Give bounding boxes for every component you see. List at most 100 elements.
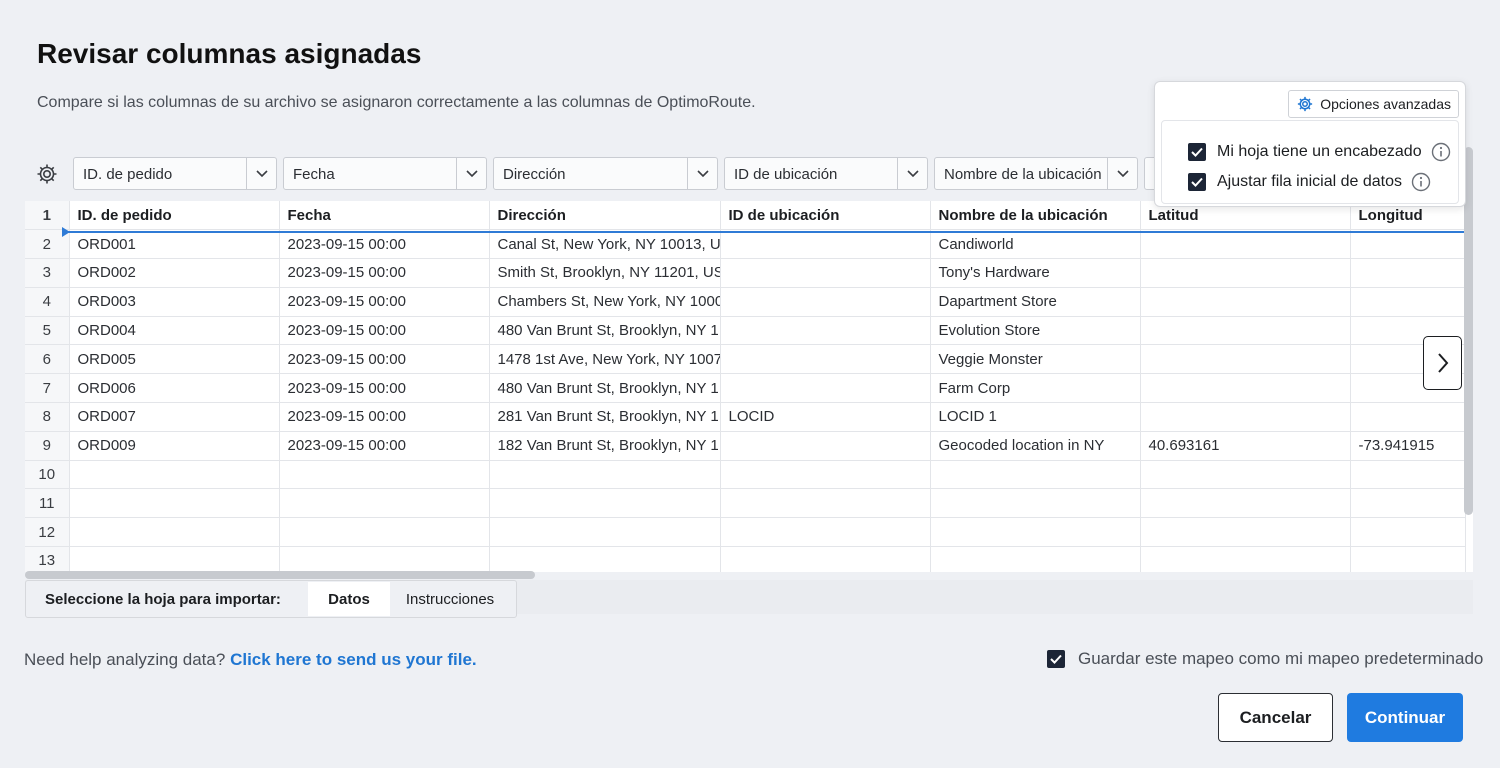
table-cell[interactable] bbox=[1140, 287, 1351, 317]
table-cell[interactable]: ORD004 bbox=[69, 316, 280, 346]
table-cell[interactable] bbox=[69, 488, 280, 519]
table-cell[interactable] bbox=[1140, 229, 1351, 260]
column-select-address[interactable]: Dirección bbox=[493, 157, 718, 190]
table-cell[interactable]: 2023-09-15 00:00 bbox=[279, 402, 490, 432]
table-cell[interactable] bbox=[1350, 546, 1466, 572]
table-cell[interactable]: 40.693161 bbox=[1140, 431, 1351, 461]
table-cell[interactable] bbox=[1140, 316, 1351, 346]
cancel-button[interactable]: Cancelar bbox=[1218, 693, 1333, 742]
table-cell[interactable] bbox=[1140, 546, 1351, 572]
table-cell[interactable]: ORD006 bbox=[69, 373, 280, 404]
table-cell[interactable] bbox=[1350, 258, 1466, 288]
table-cell[interactable] bbox=[489, 488, 721, 519]
table-cell[interactable] bbox=[720, 258, 931, 288]
column-select-order-id[interactable]: ID. de pedido bbox=[73, 157, 277, 190]
table-cell[interactable] bbox=[279, 488, 490, 519]
table-cell[interactable] bbox=[720, 546, 931, 572]
table-cell[interactable]: ORD003 bbox=[69, 287, 280, 317]
table-cell[interactable]: Evolution Store bbox=[930, 316, 1141, 346]
table-cell[interactable]: 182 Van Brunt St, Brooklyn, NY 1 bbox=[489, 431, 721, 461]
table-cell[interactable]: ORD001 bbox=[69, 229, 280, 260]
table-cell[interactable]: Canal St, New York, NY 10013, U bbox=[489, 229, 721, 260]
table-cell[interactable] bbox=[1140, 488, 1351, 519]
table-cell[interactable] bbox=[279, 546, 490, 572]
table-cell[interactable]: 2023-09-15 00:00 bbox=[279, 373, 490, 404]
table-cell[interactable] bbox=[279, 460, 490, 490]
table-cell[interactable]: 2023-09-15 00:00 bbox=[279, 229, 490, 260]
info-icon[interactable] bbox=[1431, 142, 1451, 162]
table-cell[interactable]: 2023-09-15 00:00 bbox=[279, 287, 490, 317]
column-select-location-id[interactable]: ID de ubicación bbox=[724, 157, 928, 190]
table-cell[interactable]: Chambers St, New York, NY 1000 bbox=[489, 287, 721, 317]
table-cell[interactable] bbox=[1350, 488, 1466, 519]
table-cell[interactable] bbox=[69, 460, 280, 490]
table-cell[interactable]: -73.941915 bbox=[1350, 431, 1466, 461]
table-cell[interactable] bbox=[1140, 402, 1351, 432]
table-cell[interactable] bbox=[489, 460, 721, 490]
horizontal-scrollbar[interactable] bbox=[25, 571, 535, 579]
table-cell[interactable]: Farm Corp bbox=[930, 373, 1141, 404]
table-cell[interactable]: Geocoded location in NY bbox=[930, 431, 1141, 461]
option-has-header[interactable]: Mi hoja tiene un encabezado bbox=[1188, 142, 1451, 162]
checkbox-checked[interactable] bbox=[1047, 650, 1065, 668]
table-cell[interactable]: 2023-09-15 00:00 bbox=[279, 258, 490, 288]
table-cell[interactable] bbox=[1350, 517, 1466, 548]
table-cell[interactable]: LOCID 1 bbox=[930, 402, 1141, 432]
column-select-date[interactable]: Fecha bbox=[283, 157, 487, 190]
table-cell[interactable]: 281 Van Brunt St, Brooklyn, NY 1 bbox=[489, 402, 721, 432]
table-cell[interactable] bbox=[930, 460, 1141, 490]
table-cell[interactable]: Smith St, Brooklyn, NY 11201, US bbox=[489, 258, 721, 288]
table-cell[interactable] bbox=[1140, 258, 1351, 288]
grid-settings-button[interactable] bbox=[25, 147, 69, 201]
info-icon[interactable] bbox=[1411, 172, 1431, 192]
column-select-location-name[interactable]: Nombre de la ubicación bbox=[934, 157, 1138, 190]
table-cell[interactable] bbox=[720, 517, 931, 548]
table-cell[interactable]: 2023-09-15 00:00 bbox=[279, 431, 490, 461]
table-cell[interactable]: ORD002 bbox=[69, 258, 280, 288]
table-cell[interactable] bbox=[1350, 460, 1466, 490]
scroll-right-button[interactable] bbox=[1423, 336, 1462, 390]
table-cell[interactable] bbox=[1140, 460, 1351, 490]
table-cell[interactable]: Veggie Monster bbox=[930, 344, 1141, 375]
table-cell[interactable] bbox=[720, 316, 931, 346]
table-cell[interactable] bbox=[720, 287, 931, 317]
table-cell[interactable] bbox=[489, 517, 721, 548]
table-cell[interactable] bbox=[720, 488, 931, 519]
table-cell[interactable] bbox=[1350, 229, 1466, 260]
option-adjust-start-row[interactable]: Ajustar fila inicial de datos bbox=[1188, 172, 1431, 192]
table-cell[interactable]: Dapartment Store bbox=[930, 287, 1141, 317]
table-cell[interactable]: 1478 1st Ave, New York, NY 1007 bbox=[489, 344, 721, 375]
table-cell[interactable] bbox=[720, 373, 931, 404]
table-cell[interactable] bbox=[1140, 517, 1351, 548]
sheet-tab-instrucciones[interactable]: Instrucciones bbox=[390, 582, 510, 616]
table-cell[interactable] bbox=[720, 431, 931, 461]
table-cell[interactable] bbox=[720, 229, 931, 260]
table-cell[interactable] bbox=[720, 344, 931, 375]
table-cell[interactable]: Tony's Hardware bbox=[930, 258, 1141, 288]
checkbox-checked[interactable] bbox=[1188, 143, 1206, 161]
table-cell[interactable]: ORD009 bbox=[69, 431, 280, 461]
table-cell[interactable] bbox=[69, 517, 280, 548]
advanced-options-button[interactable]: Opciones avanzadas bbox=[1288, 90, 1459, 118]
save-default-mapping[interactable]: Guardar este mapeo como mi mapeo predete… bbox=[1047, 649, 1483, 669]
table-cell[interactable] bbox=[69, 546, 280, 572]
table-cell[interactable]: 480 Van Brunt St, Brooklyn, NY 1 bbox=[489, 316, 721, 346]
table-cell[interactable] bbox=[1140, 344, 1351, 375]
table-cell[interactable]: 2023-09-15 00:00 bbox=[279, 344, 490, 375]
sheet-tab-datos[interactable]: Datos bbox=[308, 582, 390, 616]
table-cell[interactable]: 2023-09-15 00:00 bbox=[279, 316, 490, 346]
send-file-link[interactable]: Click here to send us your file. bbox=[230, 650, 477, 669]
table-cell[interactable] bbox=[930, 517, 1141, 548]
table-cell[interactable] bbox=[930, 546, 1141, 572]
table-cell[interactable] bbox=[930, 488, 1141, 519]
continue-button[interactable]: Continuar bbox=[1347, 693, 1463, 742]
table-cell[interactable]: 480 Van Brunt St, Brooklyn, NY 1 bbox=[489, 373, 721, 404]
table-cell[interactable] bbox=[1350, 287, 1466, 317]
table-cell[interactable] bbox=[1140, 373, 1351, 404]
table-cell[interactable]: LOCID bbox=[720, 402, 931, 432]
table-cell[interactable]: ORD007 bbox=[69, 402, 280, 432]
table-cell[interactable]: Candiworld bbox=[930, 229, 1141, 260]
table-cell[interactable] bbox=[720, 460, 931, 490]
checkbox-checked[interactable] bbox=[1188, 173, 1206, 191]
table-cell[interactable] bbox=[1350, 402, 1466, 432]
